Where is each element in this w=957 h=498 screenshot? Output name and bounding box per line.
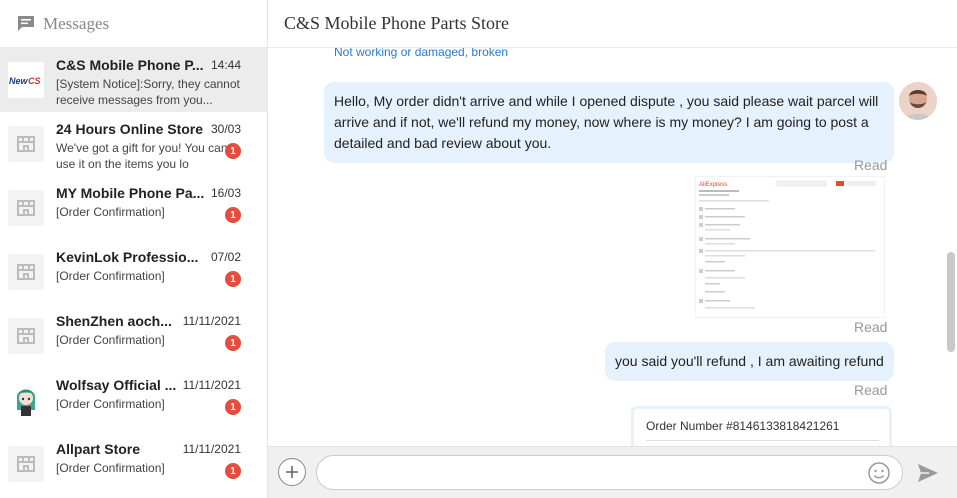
conversation-preview: [Order Confirmation] [56, 397, 165, 411]
divider [646, 440, 879, 441]
svg-text:CS: CS [28, 76, 41, 86]
send-button[interactable] [916, 461, 940, 485]
sidebar-header: Messages [0, 0, 267, 48]
store-icon [8, 318, 44, 354]
conversation-time: 11/11/2021 [182, 442, 241, 456]
attached-screenshot[interactable]: AliExpress [695, 176, 885, 318]
unread-badge: 1 [225, 335, 241, 351]
read-status: Read [854, 382, 888, 398]
conversation-item[interactable]: MY Mobile Phone Pa... 16/03 [Order Confi… [0, 176, 267, 240]
sidebar-title: Messages [43, 13, 110, 33]
conversation-item[interactable]: 24 Hours Online Store 30/03 We've got a … [0, 112, 267, 176]
conversation-preview: We've got a gift for you! You can use it… [56, 141, 228, 171]
conversation-item[interactable]: Allpart Store 11/11/2021 [Order Confirma… [0, 432, 267, 496]
unread-badge: 1 [225, 143, 241, 159]
conversation-name: KevinLok Professio... [56, 249, 199, 265]
scrollbar-thumb[interactable] [947, 252, 955, 352]
chat-bubble-icon [16, 14, 36, 34]
order-card[interactable]: Order Number #8146133818421261 [631, 406, 892, 446]
chat-panel: C&S Mobile Phone Parts Store Not working… [268, 0, 957, 498]
conversation-time: 11/11/2021 [182, 378, 241, 392]
conversation-item[interactable]: KevinLok Professio... 07/02 [Order Confi… [0, 240, 267, 304]
order-number: Order Number #8146133818421261 [646, 419, 840, 433]
message-bubble: you said you'll refund , I am awaiting r… [605, 342, 894, 381]
composer-bar [268, 446, 957, 498]
conversation-preview: [Order Confirmation] [56, 333, 165, 347]
store-icon [8, 126, 44, 162]
send-icon [918, 464, 938, 482]
plus-icon [286, 466, 298, 478]
dispute-reason-link[interactable]: Not working or damaged, broken [334, 48, 508, 59]
conversation-preview: [Order Confirmation] [56, 205, 165, 219]
store-icon [8, 190, 44, 226]
conversation-name: 24 Hours Online Store [56, 121, 204, 137]
message-list[interactable]: Not working or damaged, broken Hello, My… [268, 48, 957, 446]
unread-badge: 1 [225, 463, 241, 479]
conversation-item[interactable]: Wolfsay Official ... 11/11/2021 [Order C… [0, 368, 267, 432]
conversation-preview: [Order Confirmation] [56, 269, 165, 283]
message-input[interactable] [316, 455, 903, 490]
unread-badge: 1 [225, 399, 241, 415]
newcs-logo: New CS [8, 62, 44, 98]
store-icon [8, 446, 44, 482]
conversation-preview: [Order Confirmation] [56, 461, 165, 475]
user-avatar [899, 82, 937, 120]
conversation-name: MY Mobile Phone Pa... [56, 185, 205, 201]
store-logo: New CS [8, 62, 44, 98]
unread-badge: 1 [225, 271, 241, 287]
conversation-name: C&S Mobile Phone P... [56, 57, 204, 73]
conversation-time: 07/02 [210, 250, 241, 264]
read-status: Read [854, 319, 888, 335]
emoji-button[interactable] [867, 461, 891, 485]
chat-title: C&S Mobile Phone Parts Store [284, 13, 510, 33]
conversation-item[interactable]: New CS C&S Mobile Phone P... 14:44 [Syste… [0, 48, 267, 112]
conversation-preview: [System Notice]:Sorry, they cannot recei… [56, 77, 240, 107]
chat-header: C&S Mobile Phone Parts Store [268, 0, 957, 48]
conversation-time: 30/03 [210, 122, 241, 136]
add-attachment-button[interactable] [278, 458, 306, 486]
screenshot-aliexpress-text: AliExpress [699, 182, 727, 188]
smiley-icon [868, 462, 890, 484]
store-icon [8, 254, 44, 290]
conversation-time: 16/03 [210, 186, 241, 200]
read-status: Read [854, 157, 888, 173]
conversation-item[interactable]: ShenZhen aoch... 11/11/2021 [Order Confi… [0, 304, 267, 368]
conversation-time: 14:44 [210, 58, 241, 72]
anime-avatar [8, 382, 44, 418]
conversation-time: 11/11/2021 [182, 314, 241, 328]
svg-text:New: New [9, 76, 29, 86]
message-bubble: Hello, My order didn't arrive and while … [324, 82, 894, 163]
conversation-sidebar: Messages New CS C&S Mobile Phone P... 14:… [0, 0, 268, 498]
unread-badge: 1 [225, 207, 241, 223]
